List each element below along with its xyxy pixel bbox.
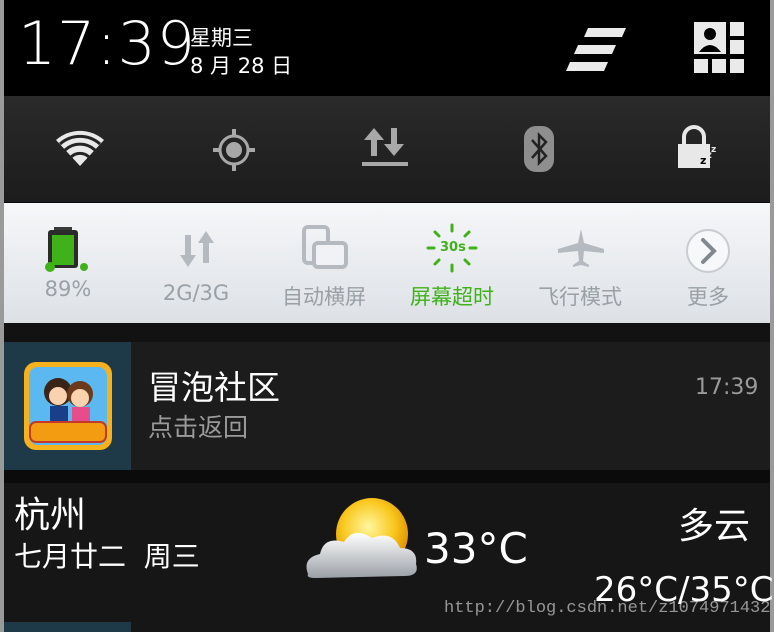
gps-icon[interactable] — [212, 128, 256, 172]
weather-temperature: 33°C — [424, 524, 528, 573]
wifi-icon[interactable] — [54, 126, 106, 168]
battery-icon — [45, 227, 88, 272]
data-sync-icon[interactable] — [362, 126, 408, 168]
network-mode-icon — [180, 231, 214, 267]
auto-rotate-label: 自动横屏 — [282, 285, 366, 309]
clock-weekday: 星期三 — [190, 26, 253, 50]
timeout-badge: 30s — [440, 240, 466, 255]
weather-condition: 多云 — [678, 506, 751, 547]
more-toggle[interactable]: 更多 — [644, 203, 772, 323]
screen-timeout-toggle[interactable]: 30s 屏幕超时 — [388, 203, 516, 323]
auto-rotate-toggle[interactable]: 自动横屏 — [260, 203, 388, 323]
notification-subtitle: 点击返回 — [148, 413, 249, 442]
power-widget: 89% 2G/3G 自动横屏 30s 屏幕超时 飞行模式 更多 — [4, 203, 770, 323]
notification-title: 冒泡社区 — [148, 368, 280, 407]
network-label: 2G/3G — [162, 281, 230, 305]
list-icon[interactable] — [566, 26, 628, 74]
weather-lunar-date: 七月廿二 周三 — [14, 540, 200, 573]
partly-cloudy-icon — [306, 498, 417, 578]
clock-date: 8 月 28 日 — [190, 54, 293, 78]
next-notification-edge — [4, 622, 131, 632]
more-label: 更多 — [687, 285, 729, 309]
notification-time: 17:39 — [695, 375, 759, 400]
chevron-right-icon — [686, 229, 730, 273]
battery-percent: 89% — [44, 277, 92, 301]
watermark-url: http://blog.csdn.net/z1074971432 — [444, 599, 771, 618]
airplane-label: 飞行模式 — [538, 285, 622, 309]
user-grid-icon[interactable] — [694, 22, 746, 74]
clock-time: 17:39 — [18, 9, 196, 79]
rotate-icon — [302, 225, 348, 269]
weather-city: 杭州 — [14, 495, 87, 536]
network-toggle[interactable]: 2G/3G — [132, 203, 260, 323]
screen-lock-sleep-icon[interactable]: z z z — [676, 124, 720, 172]
airplane-toggle[interactable]: 飞行模式 — [516, 203, 644, 323]
battery-toggle[interactable]: 89% — [4, 203, 132, 323]
bluetooth-icon[interactable] — [524, 126, 554, 172]
screen-timeout-label: 屏幕超时 — [410, 285, 494, 309]
airplane-icon — [558, 229, 604, 267]
svg-text:z: z — [711, 145, 716, 155]
app-icon — [24, 362, 112, 450]
section-divider — [4, 323, 770, 342]
